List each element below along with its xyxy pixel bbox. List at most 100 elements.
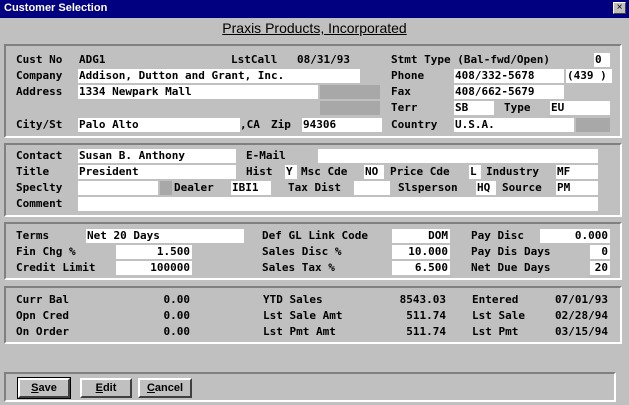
net-due-days-field[interactable]: 20 [590,261,610,275]
fax-label: Fax [391,85,411,98]
cancel-label-rest: ancel [154,382,184,394]
phone-field[interactable]: 408/332-5678 [454,69,564,83]
edit-label-rest: dit [102,382,117,394]
price-cde-label: Price Cde [390,165,450,178]
company-label: Company [16,69,63,82]
email-label: E-Mail [246,149,286,162]
email-field[interactable] [318,149,598,163]
phone-ext-field[interactable]: (439 ) [566,69,612,83]
dealer-label: Dealer [174,181,214,194]
cust-no-label: Cust No [16,53,63,66]
tax-dist-field[interactable] [354,181,390,195]
window-title: Customer Selection [4,2,108,14]
cancel-hotkey: C [146,382,155,394]
type-field[interactable]: EU [550,101,610,115]
lst-pmt-value: 03/15/94 [555,325,608,338]
city-field[interactable]: Palo Alto [78,118,240,132]
save-label-rest: ave [38,382,57,394]
pay-dis-days-field[interactable]: 0 [590,245,610,259]
edit-hotkey: E [95,382,103,394]
state-field[interactable]: ,CA [240,118,260,132]
address-line-2-field[interactable] [320,101,380,115]
sales-tax-label: Sales Tax % [262,261,335,274]
msc-cde-label: Msc Cde [301,165,348,178]
comment-field[interactable] [78,197,598,211]
fax-field[interactable]: 408/662-5679 [454,85,564,99]
stmt-type-field[interactable]: 0 [594,53,610,67]
title-bar: Customer Selection × [0,0,629,18]
stmt-type-label: Stmt Type (Bal-fwd/Open) [391,53,550,66]
msc-cde-field[interactable]: NO [364,165,384,179]
title-field[interactable]: President [78,165,236,179]
net-due-days-label: Net Due Days [471,261,551,274]
comment-label: Comment [16,197,63,210]
curr-bal-value: 0.00 [163,293,191,306]
sales-disc-label: Sales Disc % [262,245,342,258]
on-order-value: 0.00 [163,325,191,338]
lst-sale-label: Lst Sale [472,309,525,322]
curr-bal-label: Curr Bal [16,293,69,306]
tax-dist-label: Tax Dist [288,181,341,194]
country-field[interactable]: U.S.A. [454,118,574,132]
specialty-field-extension[interactable] [160,181,172,195]
customer-selection-window: Customer Selection × Praxis Products, In… [0,0,629,405]
pay-disc-label: Pay Disc [471,229,524,242]
on-order-label: On Order [16,325,69,338]
opn-cred-value: 0.00 [163,309,191,322]
lst-pmt-amt-value: 511.74 [406,325,446,338]
terms-label: Terms [16,229,50,242]
address-field-extension[interactable] [320,85,380,99]
pay-disc-field[interactable]: 0.000 [540,229,610,243]
terms-field[interactable]: Net 20 Days [86,229,244,243]
ytd-sales-value: 8543.03 [399,293,446,306]
save-button[interactable]: Save [17,377,71,399]
lst-sale-value: 02/28/94 [555,309,608,322]
terr-field[interactable]: SB [454,101,494,115]
specialty-field[interactable] [78,181,158,195]
industry-label: Industry [486,165,539,178]
dealer-field[interactable]: IBI1 [231,181,271,195]
contact-field[interactable]: Susan B. Anthony [78,149,236,163]
def-gl-label: Def GL Link Code [262,229,368,242]
terr-label: Terr [391,101,418,114]
industry-field[interactable]: MF [556,165,598,179]
title-label: Title [16,165,50,178]
zip-label: Zip [271,118,291,131]
fin-chg-field[interactable]: 1.500 [116,245,192,259]
pay-dis-days-label: Pay Dis Days [471,245,551,258]
type-label: Type [504,101,531,114]
ytd-sales-label: YTD Sales [263,293,323,306]
specialty-label: Speclty [16,181,63,194]
hist-label: Hist [246,165,273,178]
country-label: Country [391,118,438,131]
lst-sale-amt-value: 511.74 [406,309,446,322]
source-field[interactable]: PM [556,181,598,195]
cust-no-value: ADG1 [79,53,106,66]
edit-button[interactable]: Edit [80,378,132,398]
lst-sale-amt-label: Lst Sale Amt [263,309,343,322]
close-icon[interactable]: × [613,2,626,14]
company-field[interactable]: Addison, Dutton and Grant, Inc. [78,69,360,83]
entered-value: 07/01/93 [555,293,608,306]
last-call-label: LstCall [231,53,278,66]
last-call-value: 08/31/93 [297,53,350,66]
contact-label: Contact [16,149,63,162]
lst-pmt-amt-label: Lst Pmt Amt [263,325,336,338]
price-cde-field[interactable]: L [469,165,481,179]
address-field[interactable]: 1334 Newpark Mall [78,85,318,99]
credit-limit-field[interactable]: 100000 [116,261,192,275]
country-field-extension[interactable] [576,118,610,132]
sales-disc-field[interactable]: 10.000 [392,245,450,259]
credit-limit-label: Credit Limit [16,261,96,274]
slsperson-field[interactable]: HQ [476,181,496,195]
lst-pmt-label: Lst Pmt [472,325,519,338]
source-label: Source [502,181,542,194]
zip-field[interactable]: 94306 [302,118,382,132]
phone-label: Phone [391,69,425,82]
address-label: Address [16,85,63,98]
cancel-button[interactable]: Cancel [138,378,192,398]
slsperson-label: Slsperson [398,181,458,194]
hist-field[interactable]: Y [285,165,297,179]
sales-tax-field[interactable]: 6.500 [392,261,450,275]
def-gl-field[interactable]: DOM [392,229,450,243]
